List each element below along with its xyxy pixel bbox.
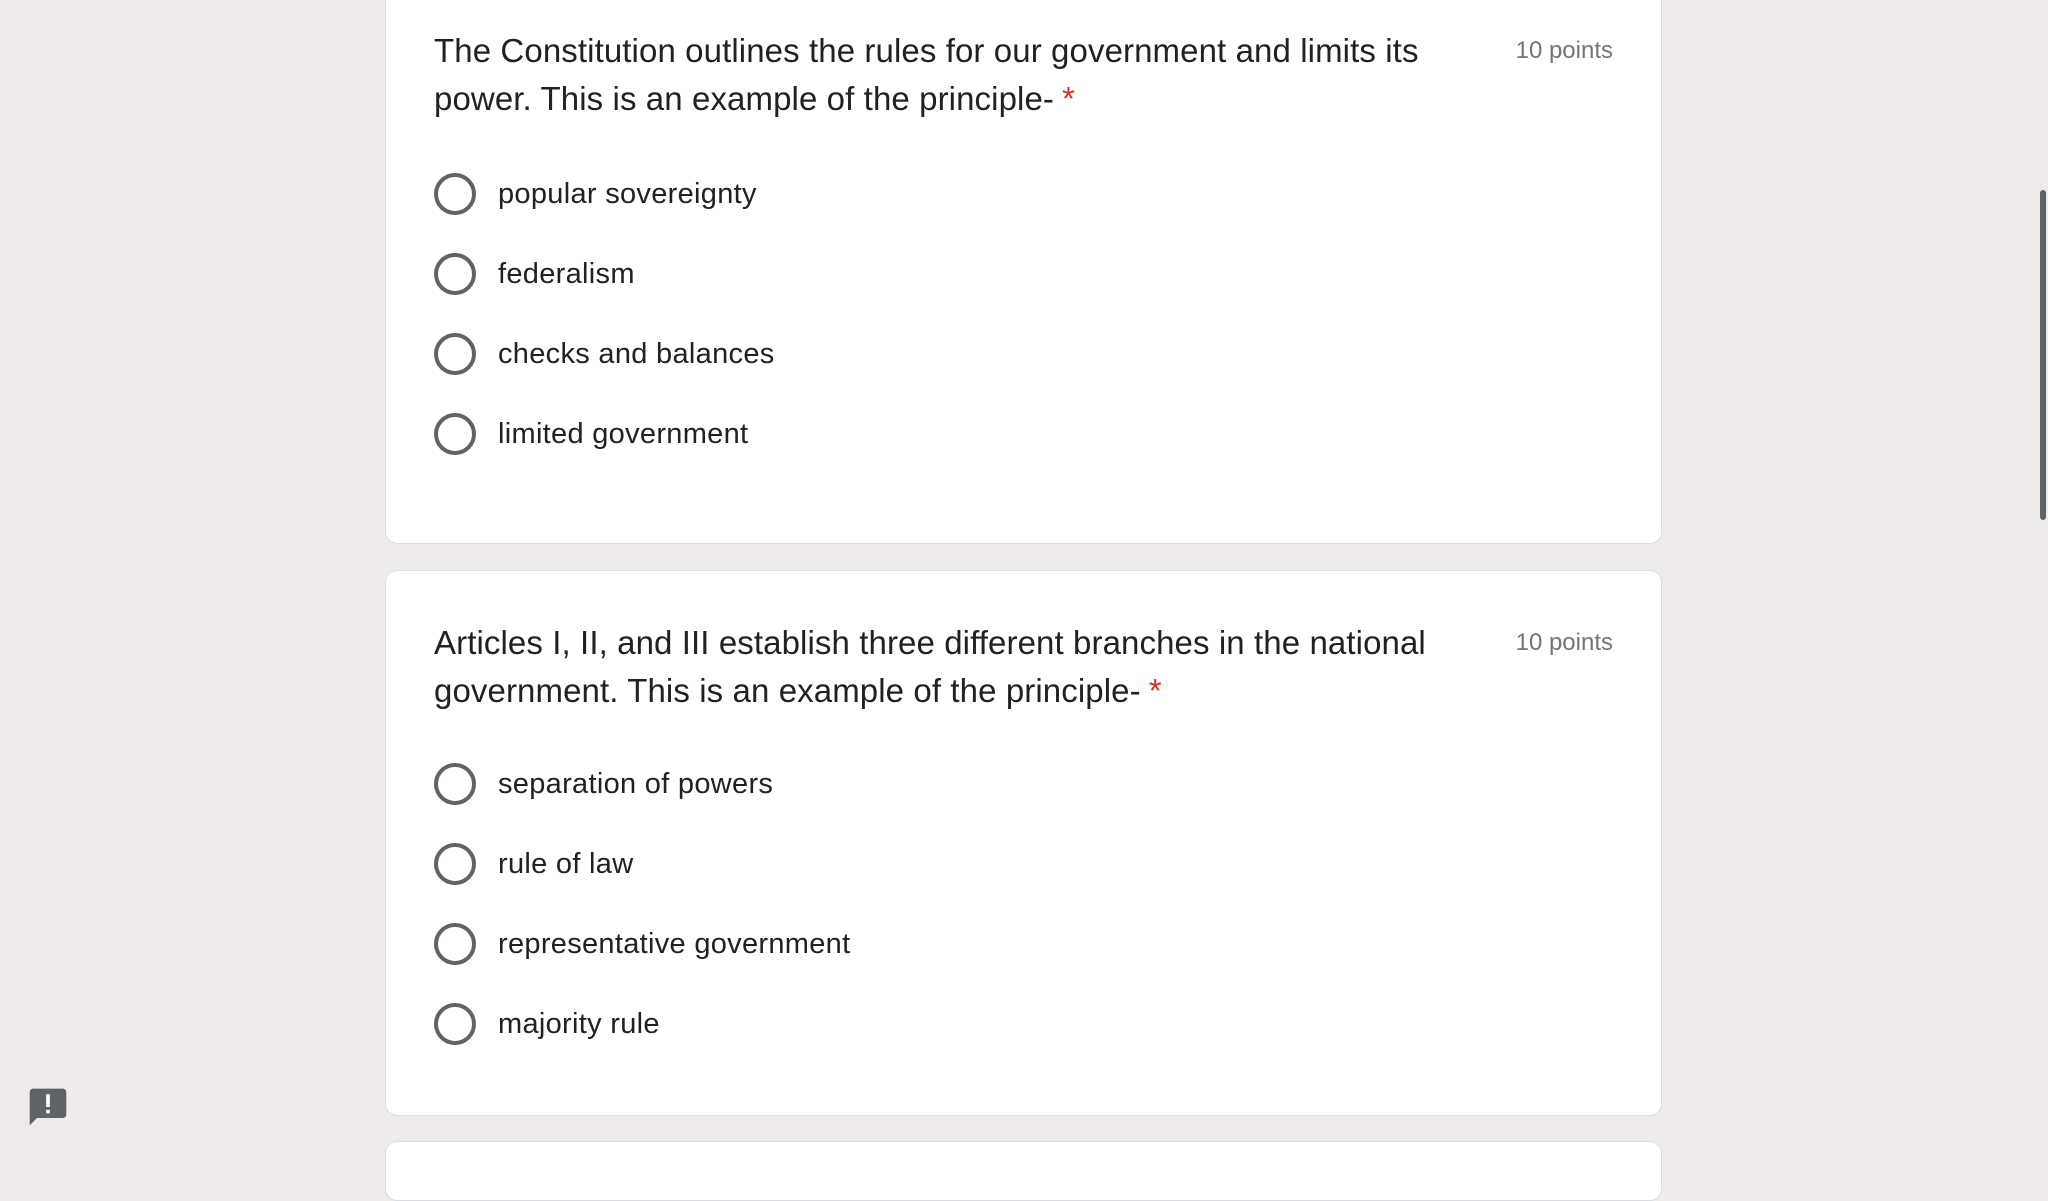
- option-checks-and-balances[interactable]: checks and balances: [434, 314, 1613, 394]
- option-limited-government[interactable]: limited government: [434, 394, 1613, 474]
- radio-unchecked-icon[interactable]: [434, 843, 476, 885]
- radio-unchecked-icon[interactable]: [434, 763, 476, 805]
- option-label: checks and balances: [498, 337, 775, 370]
- required-asterisk: *: [1148, 672, 1162, 709]
- option-representative-government[interactable]: representative government: [434, 904, 1613, 984]
- scrollbar-thumb[interactable]: [2040, 190, 2046, 520]
- required-asterisk: *: [1062, 80, 1075, 117]
- radio-unchecked-icon[interactable]: [434, 1003, 476, 1045]
- option-separation-of-powers[interactable]: separation of powers: [434, 744, 1613, 824]
- options-list: separation of powers rule of law represe…: [434, 744, 1613, 1064]
- option-popular-sovereignty[interactable]: popular sovereignty: [434, 154, 1613, 234]
- option-label: rule of law: [498, 847, 634, 880]
- question-title: Articles I, II, and III establish three …: [434, 619, 1434, 715]
- option-label: separation of powers: [498, 767, 774, 800]
- option-rule-of-law[interactable]: rule of law: [434, 824, 1613, 904]
- question-text: The Constitution outlines the rules for …: [434, 32, 1419, 117]
- radio-unchecked-icon[interactable]: [434, 173, 476, 215]
- question-text: Articles I, II, and III establish three …: [434, 624, 1426, 709]
- option-label: limited government: [498, 417, 749, 450]
- option-majority-rule[interactable]: majority rule: [434, 984, 1613, 1064]
- question-card-2: Articles I, II, and III establish three …: [385, 570, 1662, 1116]
- radio-unchecked-icon[interactable]: [434, 333, 476, 375]
- option-label: federalism: [498, 257, 635, 290]
- radio-unchecked-icon[interactable]: [434, 413, 476, 455]
- option-label: majority rule: [498, 1007, 660, 1040]
- feedback-icon[interactable]: [26, 1085, 70, 1129]
- scrollbar[interactable]: [2036, 0, 2048, 1155]
- question-card-1: The Constitution outlines the rules for …: [385, 0, 1662, 544]
- points-label: 10 points: [1515, 629, 1613, 656]
- option-federalism[interactable]: federalism: [434, 234, 1613, 314]
- radio-unchecked-icon[interactable]: [434, 253, 476, 295]
- question-card-3: [385, 1141, 1662, 1201]
- options-list: popular sovereignty federalism checks an…: [434, 154, 1613, 474]
- question-header: The Constitution outlines the rules for …: [434, 27, 1613, 123]
- question-header: Articles I, II, and III establish three …: [434, 619, 1613, 715]
- option-label: popular sovereignty: [498, 177, 757, 210]
- points-label: 10 points: [1515, 37, 1613, 64]
- radio-unchecked-icon[interactable]: [434, 923, 476, 965]
- option-label: representative government: [498, 927, 851, 960]
- question-title: The Constitution outlines the rules for …: [434, 27, 1434, 123]
